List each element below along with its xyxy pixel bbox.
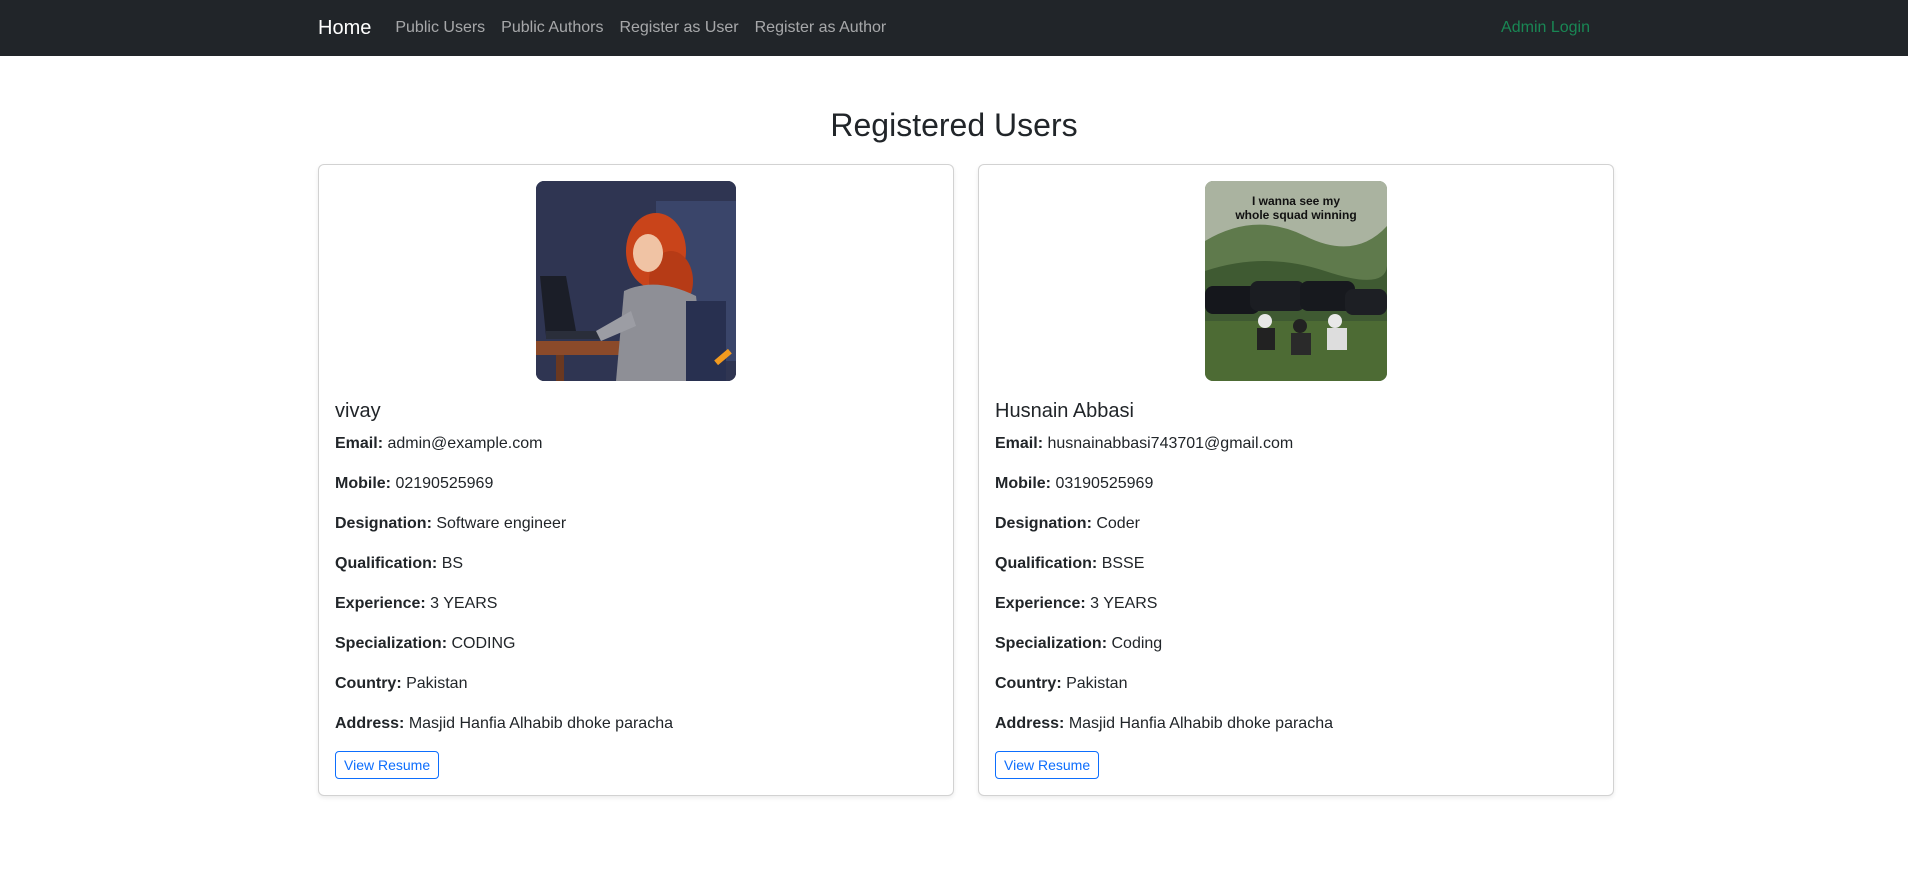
view-resume-button[interactable]: View Resume bbox=[995, 751, 1100, 780]
nav-left: Home Public Users Public Authors Registe… bbox=[318, 17, 902, 40]
qualification-value: BS bbox=[441, 555, 464, 573]
user-photo-illustration bbox=[536, 181, 736, 382]
address-field: Address: Masjid Hanfia Alhabib dhoke par… bbox=[995, 713, 1597, 734]
experience-label: Experience: bbox=[335, 595, 426, 613]
country-value: Pakistan bbox=[1066, 675, 1128, 693]
country-value: Pakistan bbox=[406, 675, 468, 693]
specialization-value: CODING bbox=[451, 635, 516, 653]
address-label: Address: bbox=[335, 715, 405, 733]
experience-value: 3 YEARS bbox=[430, 595, 498, 613]
page-title: Registered Users bbox=[830, 107, 1078, 143]
mobile-label: Mobile: bbox=[995, 475, 1051, 493]
address-value: Masjid Hanfia Alhabib dhoke paracha bbox=[1068, 715, 1333, 733]
country-field: Country: Pakistan bbox=[995, 673, 1597, 694]
user-photo: I wanna see my whole squad winning bbox=[1205, 181, 1387, 382]
specialization-label: Specialization: bbox=[335, 635, 448, 653]
experience-label: Experience: bbox=[995, 595, 1086, 613]
specialization-field: Specialization: Coding bbox=[995, 633, 1597, 654]
designation-value: Coder bbox=[1096, 515, 1140, 533]
user-photo bbox=[536, 181, 736, 382]
user-cards-row: vivay Email: admin@example.com Mobile: 0… bbox=[318, 164, 1614, 797]
experience-value: 3 YEARS bbox=[1090, 595, 1158, 613]
navbar-inner: Home Public Users Public Authors Registe… bbox=[306, 17, 1602, 40]
specialization-label: Specialization: bbox=[995, 635, 1108, 653]
specialization-value: Coding bbox=[1111, 635, 1163, 653]
qualification-label: Qualification: bbox=[995, 555, 1098, 573]
user-card: vivay Email: admin@example.com Mobile: 0… bbox=[318, 164, 954, 797]
country-label: Country: bbox=[335, 675, 402, 693]
address-field: Address: Masjid Hanfia Alhabib dhoke par… bbox=[335, 713, 937, 734]
address-value: Masjid Hanfia Alhabib dhoke paracha bbox=[408, 715, 673, 733]
photo-wrap: I wanna see my whole squad winning bbox=[995, 181, 1597, 382]
photo-caption-line-1: I wanna see my bbox=[1252, 194, 1340, 208]
email-value: admin@example.com bbox=[387, 435, 543, 453]
nav-link-register-user[interactable]: Register as User bbox=[619, 19, 738, 37]
mobile-field: Mobile: 02190525969 bbox=[335, 473, 937, 494]
nav-link-public-authors[interactable]: Public Authors bbox=[501, 19, 603, 37]
mobile-field: Mobile: 03190525969 bbox=[995, 473, 1597, 494]
experience-field: Experience: 3 YEARS bbox=[335, 593, 937, 614]
user-card: I wanna see my whole squad winning Husna… bbox=[978, 164, 1614, 797]
user-name: vivay bbox=[335, 400, 381, 423]
designation-value: Software engineer bbox=[436, 515, 567, 533]
qualification-field: Qualification: BS bbox=[335, 553, 937, 574]
photo-wrap bbox=[335, 181, 937, 382]
navbar: Home Public Users Public Authors Registe… bbox=[0, 0, 1908, 56]
designation-field: Designation: Software engineer bbox=[335, 513, 937, 534]
photo-caption-line-2: whole squad winning bbox=[1234, 208, 1356, 222]
designation-label: Designation: bbox=[335, 515, 432, 533]
email-value: husnainabbasi743701@gmail.com bbox=[1047, 435, 1294, 453]
user-name: Husnain Abbasi bbox=[995, 400, 1134, 423]
qualification-field: Qualification: BSSE bbox=[995, 553, 1597, 574]
email-label: Email: bbox=[335, 435, 384, 453]
admin-login-link[interactable]: Admin Login bbox=[1501, 19, 1590, 37]
experience-field: Experience: 3 YEARS bbox=[995, 593, 1597, 614]
qualification-label: Qualification: bbox=[335, 555, 438, 573]
main-container: Registered Users vivay Email: admin@exam… bbox=[306, 106, 1614, 797]
mobile-value: 02190525969 bbox=[395, 475, 494, 493]
nav-link-public-users[interactable]: Public Users bbox=[395, 19, 485, 37]
email-field: Email: husnainabbasi743701@gmail.com bbox=[995, 433, 1597, 454]
user-photo-illustration: I wanna see my whole squad winning bbox=[1205, 181, 1387, 382]
designation-label: Designation: bbox=[995, 515, 1092, 533]
mobile-value: 03190525969 bbox=[1055, 475, 1154, 493]
designation-field: Designation: Coder bbox=[995, 513, 1597, 534]
email-field: Email: admin@example.com bbox=[335, 433, 937, 454]
qualification-value: BSSE bbox=[1101, 555, 1145, 573]
specialization-field: Specialization: CODING bbox=[335, 633, 937, 654]
mobile-label: Mobile: bbox=[335, 475, 391, 493]
country-field: Country: Pakistan bbox=[335, 673, 937, 694]
email-label: Email: bbox=[995, 435, 1044, 453]
address-label: Address: bbox=[995, 715, 1065, 733]
home-brand-link[interactable]: Home bbox=[318, 17, 371, 40]
country-label: Country: bbox=[995, 675, 1062, 693]
view-resume-button[interactable]: View Resume bbox=[335, 751, 440, 780]
nav-link-register-author[interactable]: Register as Author bbox=[755, 19, 887, 37]
